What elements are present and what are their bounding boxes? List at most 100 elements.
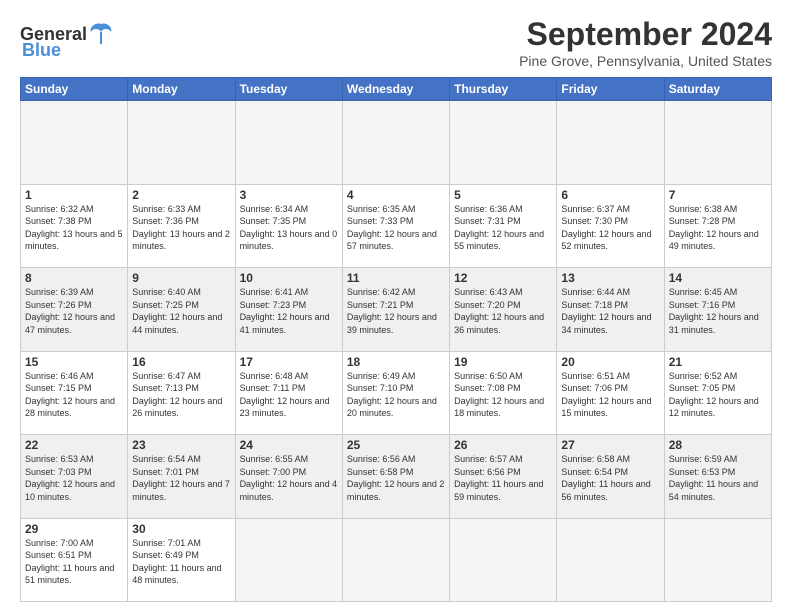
day-number: 27	[561, 438, 659, 452]
table-row: 13Sunrise: 6:44 AM Sunset: 7:18 PM Dayli…	[557, 268, 664, 352]
day-info: Sunrise: 7:01 AM Sunset: 6:49 PM Dayligh…	[132, 537, 230, 587]
day-number: 2	[132, 188, 230, 202]
table-row: 5Sunrise: 6:36 AM Sunset: 7:31 PM Daylig…	[450, 184, 557, 268]
table-row: 25Sunrise: 6:56 AM Sunset: 6:58 PM Dayli…	[342, 435, 449, 519]
table-row	[450, 518, 557, 602]
day-number: 17	[240, 355, 338, 369]
logo-bird-icon	[87, 20, 115, 48]
table-row: 11Sunrise: 6:42 AM Sunset: 7:21 PM Dayli…	[342, 268, 449, 352]
table-row: 24Sunrise: 6:55 AM Sunset: 7:00 PM Dayli…	[235, 435, 342, 519]
day-number: 28	[669, 438, 767, 452]
day-info: Sunrise: 6:53 AM Sunset: 7:03 PM Dayligh…	[25, 453, 123, 503]
table-row: 1Sunrise: 6:32 AM Sunset: 7:38 PM Daylig…	[21, 184, 128, 268]
day-number: 20	[561, 355, 659, 369]
logo: General Blue	[20, 20, 115, 61]
table-row: 18Sunrise: 6:49 AM Sunset: 7:10 PM Dayli…	[342, 351, 449, 435]
day-info: Sunrise: 6:32 AM Sunset: 7:38 PM Dayligh…	[25, 203, 123, 253]
table-row: 28Sunrise: 6:59 AM Sunset: 6:53 PM Dayli…	[664, 435, 771, 519]
page: General Blue September 2024 Pine Grove, …	[0, 0, 792, 612]
table-row: 7Sunrise: 6:38 AM Sunset: 7:28 PM Daylig…	[664, 184, 771, 268]
day-info: Sunrise: 7:00 AM Sunset: 6:51 PM Dayligh…	[25, 537, 123, 587]
calendar-week-row	[21, 101, 772, 185]
col-sunday: Sunday	[21, 78, 128, 101]
table-row: 23Sunrise: 6:54 AM Sunset: 7:01 PM Dayli…	[128, 435, 235, 519]
table-row	[664, 101, 771, 185]
table-row	[557, 101, 664, 185]
table-row: 26Sunrise: 6:57 AM Sunset: 6:56 PM Dayli…	[450, 435, 557, 519]
day-number: 13	[561, 271, 659, 285]
table-row: 15Sunrise: 6:46 AM Sunset: 7:15 PM Dayli…	[21, 351, 128, 435]
day-info: Sunrise: 6:35 AM Sunset: 7:33 PM Dayligh…	[347, 203, 445, 253]
table-row	[664, 518, 771, 602]
day-number: 26	[454, 438, 552, 452]
day-info: Sunrise: 6:48 AM Sunset: 7:11 PM Dayligh…	[240, 370, 338, 420]
day-number: 24	[240, 438, 338, 452]
day-number: 1	[25, 188, 123, 202]
day-info: Sunrise: 6:46 AM Sunset: 7:15 PM Dayligh…	[25, 370, 123, 420]
table-row: 30Sunrise: 7:01 AM Sunset: 6:49 PM Dayli…	[128, 518, 235, 602]
day-number: 19	[454, 355, 552, 369]
day-info: Sunrise: 6:55 AM Sunset: 7:00 PM Dayligh…	[240, 453, 338, 503]
table-row	[342, 518, 449, 602]
table-row: 10Sunrise: 6:41 AM Sunset: 7:23 PM Dayli…	[235, 268, 342, 352]
day-info: Sunrise: 6:50 AM Sunset: 7:08 PM Dayligh…	[454, 370, 552, 420]
day-info: Sunrise: 6:41 AM Sunset: 7:23 PM Dayligh…	[240, 286, 338, 336]
calendar-week-row: 15Sunrise: 6:46 AM Sunset: 7:15 PM Dayli…	[21, 351, 772, 435]
day-info: Sunrise: 6:56 AM Sunset: 6:58 PM Dayligh…	[347, 453, 445, 503]
day-number: 4	[347, 188, 445, 202]
day-info: Sunrise: 6:33 AM Sunset: 7:36 PM Dayligh…	[132, 203, 230, 253]
day-number: 29	[25, 522, 123, 536]
calendar-week-row: 29Sunrise: 7:00 AM Sunset: 6:51 PM Dayli…	[21, 518, 772, 602]
table-row: 22Sunrise: 6:53 AM Sunset: 7:03 PM Dayli…	[21, 435, 128, 519]
table-row	[235, 101, 342, 185]
day-info: Sunrise: 6:44 AM Sunset: 7:18 PM Dayligh…	[561, 286, 659, 336]
day-number: 6	[561, 188, 659, 202]
day-info: Sunrise: 6:43 AM Sunset: 7:20 PM Dayligh…	[454, 286, 552, 336]
day-number: 15	[25, 355, 123, 369]
calendar-week-row: 1Sunrise: 6:32 AM Sunset: 7:38 PM Daylig…	[21, 184, 772, 268]
day-number: 25	[347, 438, 445, 452]
day-number: 12	[454, 271, 552, 285]
title-area: September 2024 Pine Grove, Pennsylvania,…	[519, 16, 772, 69]
day-number: 23	[132, 438, 230, 452]
table-row	[21, 101, 128, 185]
table-row	[450, 101, 557, 185]
table-row: 20Sunrise: 6:51 AM Sunset: 7:06 PM Dayli…	[557, 351, 664, 435]
col-friday: Friday	[557, 78, 664, 101]
day-info: Sunrise: 6:58 AM Sunset: 6:54 PM Dayligh…	[561, 453, 659, 503]
day-number: 14	[669, 271, 767, 285]
day-info: Sunrise: 6:47 AM Sunset: 7:13 PM Dayligh…	[132, 370, 230, 420]
table-row: 27Sunrise: 6:58 AM Sunset: 6:54 PM Dayli…	[557, 435, 664, 519]
table-row: 14Sunrise: 6:45 AM Sunset: 7:16 PM Dayli…	[664, 268, 771, 352]
table-row	[128, 101, 235, 185]
day-number: 8	[25, 271, 123, 285]
table-row: 9Sunrise: 6:40 AM Sunset: 7:25 PM Daylig…	[128, 268, 235, 352]
day-info: Sunrise: 6:40 AM Sunset: 7:25 PM Dayligh…	[132, 286, 230, 336]
day-info: Sunrise: 6:59 AM Sunset: 6:53 PM Dayligh…	[669, 453, 767, 503]
day-number: 22	[25, 438, 123, 452]
day-info: Sunrise: 6:54 AM Sunset: 7:01 PM Dayligh…	[132, 453, 230, 503]
month-title: September 2024	[519, 16, 772, 53]
calendar-table: Sunday Monday Tuesday Wednesday Thursday…	[20, 77, 772, 602]
day-number: 10	[240, 271, 338, 285]
table-row: 12Sunrise: 6:43 AM Sunset: 7:20 PM Dayli…	[450, 268, 557, 352]
table-row: 2Sunrise: 6:33 AM Sunset: 7:36 PM Daylig…	[128, 184, 235, 268]
table-row	[235, 518, 342, 602]
col-saturday: Saturday	[664, 78, 771, 101]
day-info: Sunrise: 6:34 AM Sunset: 7:35 PM Dayligh…	[240, 203, 338, 253]
col-tuesday: Tuesday	[235, 78, 342, 101]
table-row	[557, 518, 664, 602]
table-row: 19Sunrise: 6:50 AM Sunset: 7:08 PM Dayli…	[450, 351, 557, 435]
col-monday: Monday	[128, 78, 235, 101]
day-number: 11	[347, 271, 445, 285]
day-number: 16	[132, 355, 230, 369]
table-row: 16Sunrise: 6:47 AM Sunset: 7:13 PM Dayli…	[128, 351, 235, 435]
day-number: 30	[132, 522, 230, 536]
day-info: Sunrise: 6:42 AM Sunset: 7:21 PM Dayligh…	[347, 286, 445, 336]
day-number: 3	[240, 188, 338, 202]
day-info: Sunrise: 6:38 AM Sunset: 7:28 PM Dayligh…	[669, 203, 767, 253]
calendar-week-row: 8Sunrise: 6:39 AM Sunset: 7:26 PM Daylig…	[21, 268, 772, 352]
day-info: Sunrise: 6:51 AM Sunset: 7:06 PM Dayligh…	[561, 370, 659, 420]
table-row: 3Sunrise: 6:34 AM Sunset: 7:35 PM Daylig…	[235, 184, 342, 268]
table-row: 17Sunrise: 6:48 AM Sunset: 7:11 PM Dayli…	[235, 351, 342, 435]
